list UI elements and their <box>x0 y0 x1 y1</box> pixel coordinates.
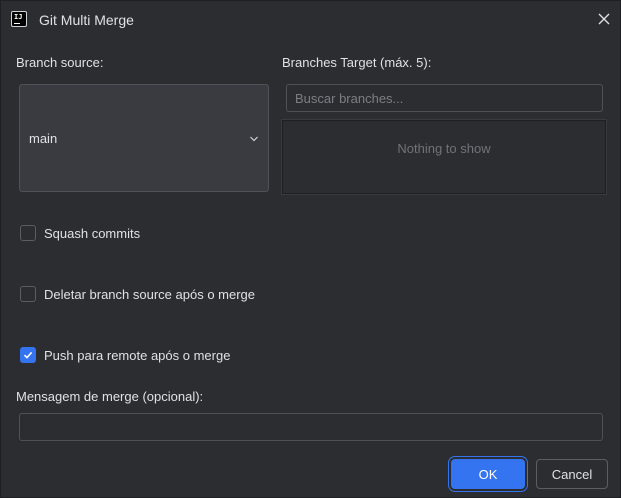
target-branches-list[interactable]: Nothing to show <box>281 119 607 195</box>
branch-source-value: main <box>29 131 58 146</box>
cancel-button[interactable]: Cancel <box>536 459 608 489</box>
checkbox-box[interactable] <box>20 286 36 302</box>
checkbox-box[interactable] <box>20 347 36 363</box>
branches-target-label: Branches Target (máx. 5): <box>282 55 432 70</box>
intellij-icon: IJ <box>11 11 27 27</box>
title-bar: IJ Git Multi Merge <box>1 1 620 39</box>
squash-commits-checkbox[interactable]: Squash commits <box>20 224 140 242</box>
empty-list-text: Nothing to show <box>397 141 491 156</box>
checkmark-icon <box>23 351 33 359</box>
close-icon[interactable] <box>597 12 611 26</box>
delete-source-checkbox[interactable]: Deletar branch source após o merge <box>20 285 255 303</box>
ok-button[interactable]: OK <box>451 459 525 489</box>
push-remote-label: Push para remote após o merge <box>44 347 231 363</box>
push-remote-checkbox[interactable]: Push para remote após o merge <box>20 346 230 364</box>
branch-source-label: Branch source: <box>16 55 104 70</box>
branch-source-dropdown[interactable]: main <box>19 84 269 192</box>
delete-source-label: Deletar branch source após o merge <box>44 286 256 302</box>
branch-search-input[interactable] <box>286 84 603 112</box>
checkbox-box[interactable] <box>20 225 36 241</box>
chevron-down-icon <box>250 136 258 142</box>
merge-message-label: Mensagem de merge (opcional): <box>16 389 204 404</box>
squash-commits-label: Squash commits <box>44 225 141 241</box>
window-title: Git Multi Merge <box>39 12 134 28</box>
merge-message-input[interactable] <box>19 413 603 441</box>
git-multi-merge-dialog: IJ Git Multi Merge Branch source: main B… <box>0 0 621 498</box>
